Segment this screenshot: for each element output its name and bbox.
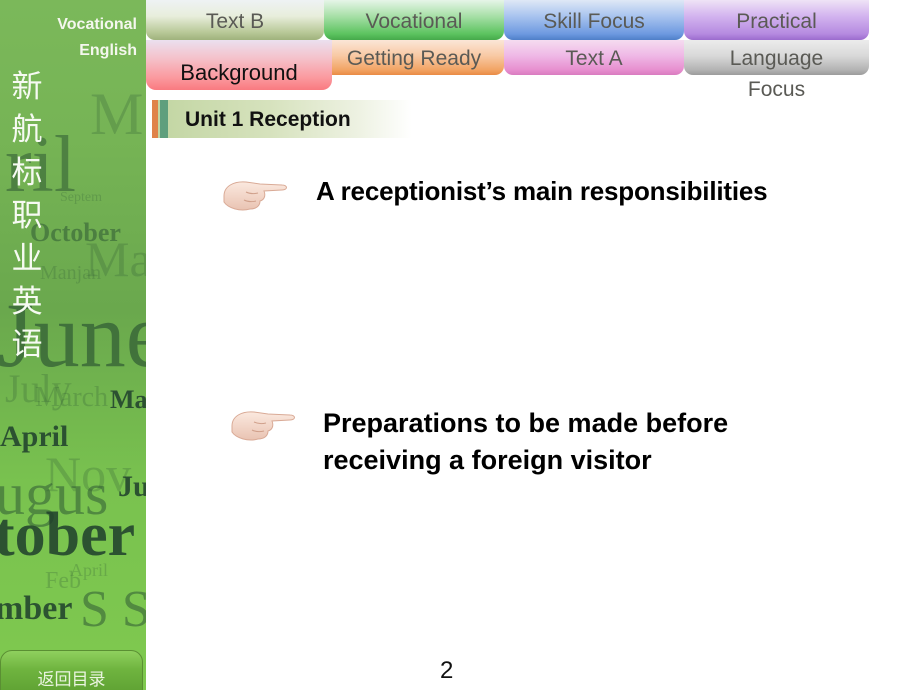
tab-label: Skill Focus xyxy=(543,10,645,33)
vertical-char: 业 xyxy=(11,241,43,277)
unit-title: Unit 1 Reception xyxy=(185,108,351,131)
topic-item-preparations: Preparations to be made before receiving… xyxy=(323,405,843,479)
vertical-char: 英 xyxy=(11,284,43,320)
sidebar: M ril Septem October Ma Manjan June July… xyxy=(0,0,146,690)
tab-language-focus[interactable]: Language Focus xyxy=(684,40,869,101)
tab-text-b[interactable]: Text B xyxy=(146,0,324,40)
vertical-char: 语 xyxy=(11,327,43,363)
pointing-hand-icon xyxy=(231,411,295,441)
brand-line-1: Vocational xyxy=(57,16,137,33)
tab-getting-ready[interactable]: Getting Ready xyxy=(324,40,504,75)
tab-label: Practical xyxy=(736,10,817,33)
tab-text-a[interactable]: Text A xyxy=(504,40,684,75)
unit-header-accent-orange xyxy=(152,100,158,138)
vertical-title: 新 航 标 职 业 英 语 xyxy=(9,66,45,367)
background-word: S Sp xyxy=(80,581,146,638)
vertical-char: 航 xyxy=(11,112,43,148)
background-word: M xyxy=(90,81,144,147)
tab-skill-focus[interactable]: Skill Focus xyxy=(504,0,684,40)
tab-label: Getting Ready xyxy=(346,47,482,70)
vertical-char: 职 xyxy=(11,198,43,234)
background-word: Ma xyxy=(110,385,146,414)
tab-label: Text B xyxy=(205,10,265,33)
background-word: mber xyxy=(0,590,73,627)
tab-label: Text A xyxy=(565,47,623,70)
tab-label: Language xyxy=(729,47,824,70)
background-word: Ju xyxy=(118,470,146,503)
page-number: 2 xyxy=(440,657,454,684)
tab-practical-learning[interactable]: Practical Learning xyxy=(684,0,869,62)
brand-title: Vocational English xyxy=(57,12,137,64)
tab-vocational-focus[interactable]: Vocational Focus xyxy=(324,0,504,61)
background-word: March xyxy=(35,382,109,413)
tab-label-overflow: Focus xyxy=(747,78,806,101)
vertical-char: 新 xyxy=(11,69,43,105)
tab-label: Vocational xyxy=(365,10,463,33)
tab-label: Background xyxy=(180,60,298,85)
background-word: Septem xyxy=(60,190,102,205)
topic-line-2: receiving a foreign visitor xyxy=(323,445,652,475)
unit-header-accent-teal xyxy=(160,100,168,138)
topic-line-1: Preparations to be made before xyxy=(323,408,729,438)
tab-background[interactable]: Background xyxy=(146,40,332,90)
pointing-hand-icon xyxy=(223,181,287,211)
brand-line-2: English xyxy=(79,42,137,59)
back-to-contents-button[interactable]: 返回目录 xyxy=(0,650,143,690)
background-word: tober xyxy=(0,501,136,569)
vertical-char: 标 xyxy=(11,155,43,191)
back-to-contents-label: 返回目录 xyxy=(37,670,106,690)
topic-item-responsibilities: A receptionist’s main responsibilities xyxy=(316,176,768,206)
